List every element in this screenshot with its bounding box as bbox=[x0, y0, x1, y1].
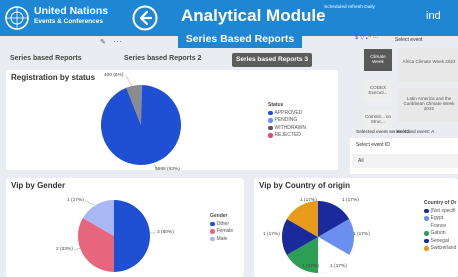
legend-item: Male bbox=[210, 235, 233, 243]
select-event-id-label: Select event ID bbox=[356, 142, 390, 148]
pie-slice-other bbox=[114, 200, 150, 272]
gender-label-other: 3 (50%) bbox=[157, 230, 174, 235]
event-africa-climate-week[interactable]: Africa Climate Week 2022 bbox=[398, 48, 458, 82]
pin-icon[interactable]: ✎ bbox=[100, 38, 106, 46]
country-label-1: 1 (17%) bbox=[300, 198, 317, 203]
gender-label-female: 2 (33%) bbox=[56, 247, 73, 252]
select-event-id-panel: Select event ID All bbox=[350, 138, 458, 174]
legend-dot-icon bbox=[268, 110, 273, 115]
legend-dot-icon bbox=[424, 231, 429, 236]
legend-item: France bbox=[424, 222, 457, 230]
select-event-id-dropdown[interactable]: All bbox=[352, 154, 458, 168]
tab-series-based-reports[interactable]: Series based Reports bbox=[10, 55, 82, 62]
more-options-icon[interactable]: ··· bbox=[113, 37, 123, 46]
tile-committee[interactable]: Commit... on Struc... bbox=[364, 110, 392, 130]
legend-item: REJECTED bbox=[268, 132, 306, 140]
legend-dot-icon bbox=[424, 216, 429, 221]
tab-series-based-reports-3[interactable]: Series based Reports 3 bbox=[232, 53, 312, 67]
legend-item: (Not specifi bbox=[424, 207, 457, 215]
gender-legend: Gender Other Female Male bbox=[210, 213, 233, 243]
org-name: United Nations bbox=[34, 5, 109, 17]
country-label-5: 1 (17%) bbox=[302, 264, 319, 269]
legend-item: Switzerland bbox=[424, 245, 457, 253]
un-logo-icon bbox=[5, 6, 29, 30]
gender-label-male: 1 (17%) bbox=[67, 198, 84, 203]
legend-dot-icon bbox=[268, 133, 273, 138]
select-event-label: Select event bbox=[395, 37, 423, 43]
legend-title: Status bbox=[268, 102, 284, 108]
legend-item: APPROVED bbox=[268, 109, 306, 117]
legend-item: Senegal bbox=[424, 237, 457, 245]
country-label-6: 1 (17%) bbox=[330, 264, 347, 269]
tile-codex[interactable]: CODEX Executi... bbox=[364, 80, 392, 102]
selected-event-text: Selected event: A bbox=[397, 130, 435, 135]
legend-item: Female bbox=[210, 228, 233, 236]
country-label-4: 1 (17%) bbox=[353, 232, 370, 237]
registration-label-withdrawn: 400 (6%) bbox=[104, 73, 124, 78]
page-title: Analytical Module bbox=[181, 6, 326, 25]
registration-legend: Status APPROVED PENDING WITHDRAWN REJECT… bbox=[268, 102, 306, 139]
tile-climate-week[interactable]: Climate Week bbox=[364, 49, 392, 71]
legend-dot-icon bbox=[424, 223, 429, 228]
page: United Nations Events & Conferences Anal… bbox=[0, 0, 458, 277]
org-subtitle: Events & Conferences bbox=[34, 18, 103, 25]
registration-label-approved: 5968 (93%) bbox=[155, 167, 180, 172]
legend-dot-icon bbox=[268, 125, 273, 130]
gender-pie bbox=[73, 200, 156, 272]
series-title-banner: Series Based Reports bbox=[178, 31, 302, 48]
legend-dot-icon bbox=[210, 221, 215, 226]
country-label-2: 1 (17%) bbox=[342, 198, 359, 203]
country-legend: Country of Or (Not specifi Egypt France … bbox=[424, 200, 457, 252]
event-latin-america-climate-week[interactable]: Latin America and the Caribbean Climate … bbox=[398, 88, 458, 122]
legend-dot-icon bbox=[268, 118, 273, 123]
legend-dot-icon bbox=[210, 229, 215, 234]
legend-item: Egypt bbox=[424, 215, 457, 223]
header-right-text: ind bbox=[426, 10, 441, 22]
country-label-3: 1 (17%) bbox=[263, 232, 280, 237]
legend-title: Gender bbox=[210, 213, 228, 219]
legend-dot-icon bbox=[424, 246, 429, 251]
legend-dot-icon bbox=[424, 238, 429, 243]
scheduled-refresh-text: Scheduled refresh Daily bbox=[324, 5, 375, 10]
filter-toolbar[interactable]: $ ▽ ⤢ ··· bbox=[355, 34, 379, 42]
legend-dot-icon bbox=[424, 208, 429, 213]
tab-series-based-reports-2[interactable]: Series based Reports 2 bbox=[124, 55, 201, 62]
back-arrow-icon[interactable] bbox=[132, 5, 158, 31]
legend-dot-icon bbox=[210, 236, 215, 241]
legend-item: PENDING bbox=[268, 117, 306, 125]
legend-item: Gabon bbox=[424, 230, 457, 238]
legend-item: Other bbox=[210, 220, 233, 228]
legend-title: Country of Or bbox=[424, 200, 457, 206]
legend-item: WITHDRAWN bbox=[268, 124, 306, 132]
